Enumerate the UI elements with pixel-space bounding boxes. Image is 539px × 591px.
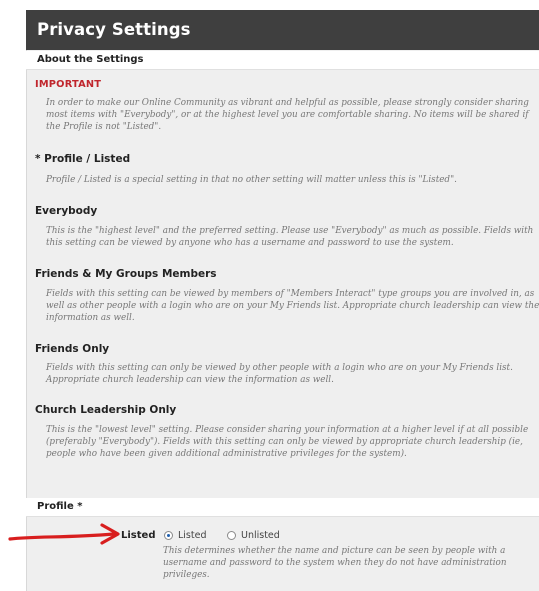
friends-only-text: Fields with this setting can only be vie…	[46, 363, 513, 385]
important-heading: IMPORTANT	[35, 79, 102, 90]
listed-help-text: This determines whether the name and pic…	[163, 546, 507, 580]
unlisted-radio-option[interactable]: Unlisted	[227, 530, 287, 542]
about-settings-strip: About the Settings	[26, 51, 539, 70]
red-arrow-annotation	[8, 523, 120, 545]
church-leadership-heading: Church Leadership Only	[35, 404, 177, 416]
profile-strip: Profile *	[26, 498, 539, 517]
profile-listed-text: Profile / Listed is a special setting in…	[46, 175, 457, 185]
unlisted-radio[interactable]	[227, 531, 236, 540]
listed-radio[interactable]	[164, 531, 173, 540]
title-bar: Privacy Settings	[26, 10, 539, 50]
listed-radio-label[interactable]: Listed	[178, 530, 206, 541]
friends-groups-heading: Friends & My Groups Members	[35, 268, 217, 280]
profile-label: Profile *	[37, 501, 83, 512]
friends-only-heading: Friends Only	[35, 343, 110, 355]
everybody-heading: Everybody	[35, 205, 98, 217]
page-title: Privacy Settings	[37, 20, 191, 39]
listed-radio-option[interactable]: Listed	[164, 530, 214, 542]
church-leadership-text: This is the "lowest level" setting. Plea…	[46, 425, 529, 459]
profile-listed-heading: * Profile / Listed	[35, 153, 131, 165]
listed-field-label: Listed	[121, 530, 156, 541]
everybody-text: This is the "highest level" and the pref…	[46, 226, 534, 248]
unlisted-radio-label[interactable]: Unlisted	[241, 530, 280, 541]
friends-groups-text: Fields with this setting can be viewed b…	[46, 289, 539, 323]
important-text: In order to make our Online Community as…	[46, 98, 529, 132]
about-settings-label: About the Settings	[37, 54, 144, 65]
